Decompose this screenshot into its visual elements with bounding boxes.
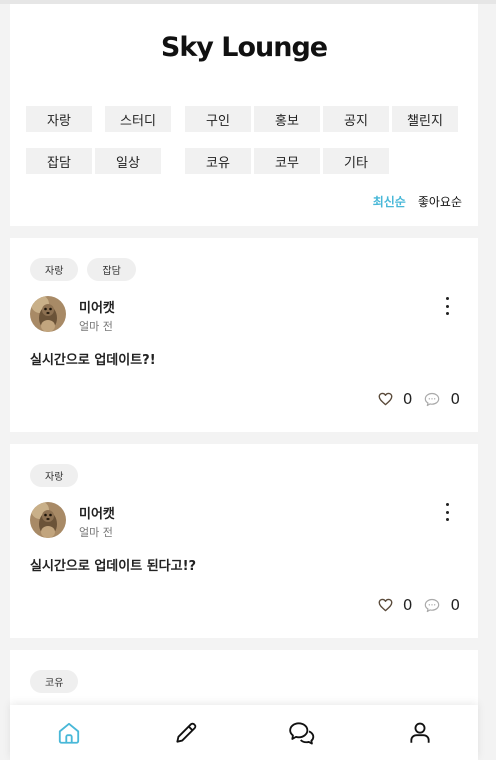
comment-icon[interactable] (424, 598, 440, 613)
post-author[interactable]: 미어캣 (79, 297, 115, 316)
chat-icon (289, 722, 315, 745)
user-icon (410, 722, 430, 743)
comment-count: 0 (450, 596, 460, 614)
post-author[interactable]: 미어캣 (79, 503, 115, 522)
bottom-navigation (10, 705, 478, 760)
post-tag: 잡담 (87, 258, 136, 281)
category-chip[interactable]: 구인 (185, 106, 251, 132)
category-chip[interactable]: 기타 (323, 148, 389, 174)
category-chip[interactable]: 공지 (323, 106, 389, 132)
category-chip[interactable]: 홍보 (254, 106, 320, 132)
post-stats: 0 0 (378, 596, 460, 614)
category-chip[interactable]: 코유 (185, 148, 251, 174)
meerkat-avatar-image (30, 502, 66, 538)
sort-latest-button[interactable]: 최신순 (373, 193, 406, 210)
nav-profile[interactable] (406, 719, 434, 747)
post-content[interactable]: 실시간으로 업데이트?! (30, 349, 156, 368)
more-options-icon[interactable] (442, 503, 452, 521)
post-tag: 자랑 (30, 258, 79, 281)
post-tags: 코유 (30, 670, 79, 693)
avatar[interactable] (30, 502, 66, 538)
comment-icon[interactable] (424, 392, 440, 407)
post-tags: 자랑 잡담 (30, 258, 136, 281)
post-card[interactable]: 자랑 잡담 미어캣 얼마 전 실시간으로 업데이트?! 0 0 (10, 238, 478, 432)
post-tag: 코유 (30, 670, 79, 693)
avatar[interactable] (30, 296, 66, 332)
category-chip[interactable]: 자랑 (26, 106, 92, 132)
category-chip[interactable]: 챌린지 (392, 106, 458, 132)
post-time: 얼마 전 (79, 320, 113, 333)
nav-chat[interactable] (288, 719, 316, 747)
page-title: Sky Lounge (160, 32, 328, 63)
category-chip[interactable]: 코무 (254, 148, 320, 174)
nav-write[interactable] (172, 719, 200, 747)
post-card[interactable]: 자랑 미어캣 얼마 전 실시간으로 업데이트 된다고!? 0 0 (10, 444, 478, 638)
more-options-icon[interactable] (442, 297, 452, 315)
category-chip[interactable]: 일상 (95, 148, 161, 174)
heart-icon[interactable] (378, 598, 393, 612)
category-chip[interactable]: 스터디 (105, 106, 171, 132)
post-content[interactable]: 실시간으로 업데이트 된다고!? (30, 555, 196, 574)
pencil-icon (176, 722, 197, 743)
category-chip[interactable]: 잡담 (26, 148, 92, 174)
post-tag: 자랑 (30, 464, 79, 487)
sort-options: 최신순 좋아요순 (373, 193, 462, 210)
sort-likes-button[interactable]: 좋아요순 (418, 193, 462, 210)
like-count: 0 (402, 390, 413, 408)
home-icon (58, 722, 80, 744)
post-stats: 0 0 (378, 390, 460, 408)
like-count: 0 (402, 596, 413, 614)
post-time: 얼마 전 (79, 526, 113, 539)
meerkat-avatar-image (30, 296, 66, 332)
nav-home[interactable] (55, 719, 83, 747)
heart-icon[interactable] (378, 392, 393, 406)
post-tags: 자랑 (30, 464, 79, 487)
comment-count: 0 (450, 390, 460, 408)
lounge-header: Sky Lounge 자랑 스터디 구인 홍보 공지 챌린지 잡담 일상 코유 … (10, 4, 478, 226)
